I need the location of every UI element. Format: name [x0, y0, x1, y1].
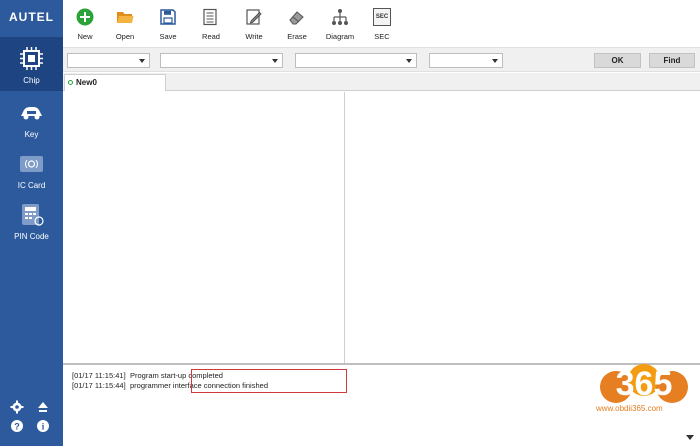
- sidebar-item-label: PIN Code: [14, 232, 49, 241]
- gear-icon[interactable]: [10, 400, 24, 414]
- left-pane[interactable]: [63, 92, 344, 363]
- filter-combo-4[interactable]: [429, 53, 503, 68]
- folder-icon: [117, 12, 134, 23]
- erase-button[interactable]: Erase: [276, 7, 318, 43]
- diagram-button[interactable]: Diagram: [319, 7, 361, 43]
- eraser-icon: [289, 11, 304, 25]
- right-pane[interactable]: [345, 92, 700, 363]
- chevron-down-icon: [139, 59, 145, 63]
- brand-logo: AUTEL: [9, 10, 54, 24]
- sidebar-item-key[interactable]: Key: [0, 91, 63, 145]
- filter-bar: OK Find: [63, 47, 700, 72]
- plus-circle-icon: [76, 8, 94, 26]
- help-icon[interactable]: ?: [10, 419, 24, 433]
- tab-strip: New0: [63, 73, 700, 91]
- watermark-url: www.obdii365.com: [596, 404, 663, 413]
- upload-icon[interactable]: [36, 400, 50, 414]
- log-highlight-box: [191, 369, 347, 393]
- scroll-down-icon[interactable]: [686, 435, 694, 440]
- sidebar-item-label: Chip: [23, 76, 40, 85]
- find-button[interactable]: Find: [649, 53, 695, 68]
- sidebar-item-label: IC Card: [17, 181, 46, 190]
- chevron-down-icon: [406, 59, 412, 63]
- filter-combo-2[interactable]: [160, 53, 283, 68]
- floppy-disk-icon: [160, 9, 176, 25]
- write-button[interactable]: Write: [233, 7, 275, 43]
- sec-button[interactable]: SEC SEC: [361, 7, 403, 43]
- info-icon[interactable]: i: [36, 419, 50, 433]
- car-key-icon: [21, 107, 42, 120]
- chevron-down-icon: [272, 59, 278, 63]
- save-button[interactable]: Save: [147, 7, 189, 43]
- sidebar-item-label: Key: [24, 130, 39, 139]
- sidebar-item-chip[interactable]: Chip: [0, 37, 63, 91]
- status-dot: [68, 80, 73, 85]
- svg-text:365: 365: [616, 365, 673, 403]
- diagram-icon: [332, 9, 348, 25]
- open-button[interactable]: Open: [104, 7, 146, 43]
- sidebar: AUTEL Chip Key IC Card PIN Code ? i: [0, 0, 63, 446]
- read-icon: [203, 8, 217, 26]
- new-button[interactable]: New: [64, 7, 106, 43]
- chevron-down-icon: [492, 59, 498, 63]
- write-icon: [246, 9, 262, 25]
- read-button[interactable]: Read: [190, 7, 232, 43]
- toolbar: New Open Save Read Write Erase Diagram S…: [63, 0, 700, 44]
- filter-combo-3[interactable]: [295, 53, 417, 68]
- tab-new0[interactable]: New0: [64, 74, 166, 91]
- ok-button[interactable]: OK: [594, 53, 641, 68]
- svg-text:?: ?: [14, 422, 20, 432]
- ic-card-icon: [20, 156, 43, 172]
- chip-icon: [20, 47, 43, 70]
- pin-code-icon: [22, 204, 44, 226]
- sidebar-item-ic-card[interactable]: IC Card: [0, 142, 63, 196]
- filter-combo-1[interactable]: [67, 53, 150, 68]
- sec-icon: SEC: [373, 8, 391, 26]
- sidebar-item-pin-code[interactable]: PIN Code: [0, 193, 63, 247]
